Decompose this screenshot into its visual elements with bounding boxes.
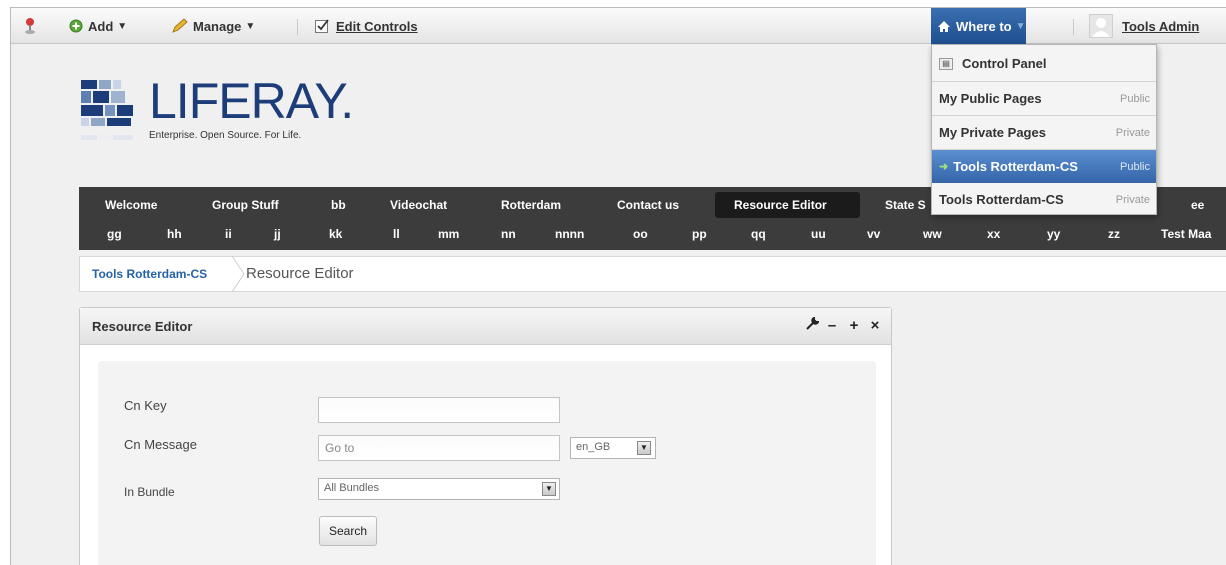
add-icon [69,19,83,33]
menu-item-control-panel[interactable]: ▤ Control Panel [932,47,1156,80]
select-arrow-icon: ▼ [542,482,556,496]
nav-item-group-stuff[interactable]: Group Stuff [212,198,279,212]
locale-select[interactable]: en_GB ▼ [570,437,656,459]
add-menu[interactable]: Add ▼ [69,8,127,44]
menu-item-tag: Public [1120,92,1150,105]
menu-item-label: Control Panel [962,56,1047,71]
nav-item-test-maa[interactable]: Test Maa [1161,227,1211,241]
nav-item-ll[interactable]: ll [393,227,400,241]
in-bundle-label: In Bundle [124,485,175,499]
maximize-icon[interactable]: + [847,317,861,334]
nav-item-hh[interactable]: hh [167,227,182,241]
nav-item-nnnn[interactable]: nnnn [555,227,584,241]
site-logo[interactable]: LIFERAY. Enterprise. Open Source. For Li… [81,76,361,176]
nav-item-kk[interactable]: kk [329,227,342,241]
dockbar: Add ▼ Manage ▼ Edit Controls Where to ▼ … [11,8,1226,44]
nav-item-oo[interactable]: oo [633,227,648,241]
menu-item-tools-rotterdam-private[interactable]: Tools Rotterdam-CS Private [932,183,1156,216]
pencil-icon [172,18,188,33]
close-icon[interactable]: × [868,317,882,334]
browser-viewport: Add ▼ Manage ▼ Edit Controls Where to ▼ … [10,7,1226,565]
nav-item-ii[interactable]: ii [225,227,232,241]
menu-item-label: Tools Rotterdam-CS [953,159,1078,174]
manage-label: Manage [193,18,242,34]
breadcrumb-site-link[interactable]: Tools Rotterdam-CS [92,267,207,281]
add-label: Add [88,18,114,34]
nav-item-ee[interactable]: ee [1191,198,1204,212]
select-arrow-icon: ▼ [637,441,651,455]
nav-item-bb[interactable]: bb [331,198,346,212]
nav-item-resource-editor[interactable]: Resource Editor [734,198,827,212]
pin-dockbar-icon[interactable] [23,8,37,44]
user-menu[interactable]: Tools Admin [1089,8,1199,44]
nav-item-state[interactable]: State S [885,198,926,212]
resource-editor-portlet: Resource Editor – + × Cn Key Cn Message … [79,307,892,565]
cn-key-input[interactable] [318,397,560,423]
portlet-title: Resource Editor [92,319,193,334]
manage-menu[interactable]: Manage ▼ [171,8,255,44]
menu-item-label: Tools Rotterdam-CS [939,192,1064,207]
bundle-select[interactable]: All Bundles ▼ [318,478,560,500]
logo-tagline: Enterprise. Open Source. For Life. [149,130,302,141]
arrow-right-icon: ➜ [939,161,949,173]
nav-item-uu[interactable]: uu [811,227,826,241]
breadcrumb: Tools Rotterdam-CS Resource Editor [79,256,1226,292]
menu-item-tag: Public [1120,160,1150,173]
nav-item-nn[interactable]: nn [501,227,516,241]
caret-down-icon: ▼ [1015,20,1026,32]
cn-message-input[interactable]: Go to [318,435,560,461]
dockbar-divider [1073,19,1074,35]
nav-item-zz[interactable]: zz [1108,227,1120,241]
liferay-logo-mark [81,80,133,140]
nav-item-contact-us[interactable]: Contact us [617,198,679,212]
menu-item-tag: Private [1115,126,1150,139]
where-to-label: Where to [956,18,1012,34]
menu-item-my-private-pages[interactable]: My Private Pages Private [932,116,1156,149]
nav-item-xx[interactable]: xx [987,227,1000,241]
nav-item-jj[interactable]: jj [274,227,281,241]
cn-message-label: Cn Message [124,437,197,452]
dockbar-divider [297,19,298,35]
wrench-icon[interactable] [805,316,820,334]
nav-item-gg[interactable]: gg [107,227,122,241]
nav-item-ww[interactable]: ww [923,227,942,241]
portlet-title-bar: Resource Editor – + × [80,308,891,345]
home-icon [938,20,950,32]
menu-item-my-public-pages[interactable]: My Public Pages Public [932,82,1156,115]
cn-key-label: Cn Key [124,398,167,413]
minimize-icon[interactable]: – [825,317,839,334]
logo-wordmark: LIFERAY. [149,73,354,129]
locale-value: en_GB [576,441,611,453]
nav-item-vv[interactable]: vv [867,227,880,241]
edit-controls-label: Edit Controls [336,18,418,34]
caret-down-icon: ▼ [245,20,256,32]
menu-item-label: My Public Pages [939,91,1042,106]
nav-item-qq[interactable]: qq [751,227,766,241]
nav-item-pp[interactable]: pp [692,227,707,241]
nav-item-videochat[interactable]: Videochat [390,198,447,212]
checkbox-icon [315,19,329,33]
control-panel-icon: ▤ [939,57,953,70]
portlet-body: Cn Key Cn Message Go to en_GB ▼ In Bundl… [98,361,876,565]
nav-item-mm[interactable]: mm [438,227,459,241]
menu-item-tools-rotterdam-public[interactable]: ➜ Tools Rotterdam-CS Public [932,150,1156,183]
menu-item-label: My Private Pages [939,125,1046,140]
avatar [1089,14,1113,38]
caret-down-icon: ▼ [117,20,128,32]
bundle-value: All Bundles [324,482,380,494]
breadcrumb-current-page: Resource Editor [246,265,354,282]
where-to-menu[interactable]: Where to ▼ [931,8,1026,44]
user-name: Tools Admin [1122,18,1200,34]
menu-item-tag: Private [1115,193,1150,206]
nav-item-yy[interactable]: yy [1047,227,1060,241]
edit-controls-toggle[interactable]: Edit Controls [315,8,418,44]
nav-item-welcome[interactable]: Welcome [105,198,157,212]
where-to-dropdown: ▤ Control Panel My Public Pages Public M… [931,44,1157,215]
nav-item-rotterdam[interactable]: Rotterdam [501,198,561,212]
search-button[interactable]: Search [319,516,377,546]
